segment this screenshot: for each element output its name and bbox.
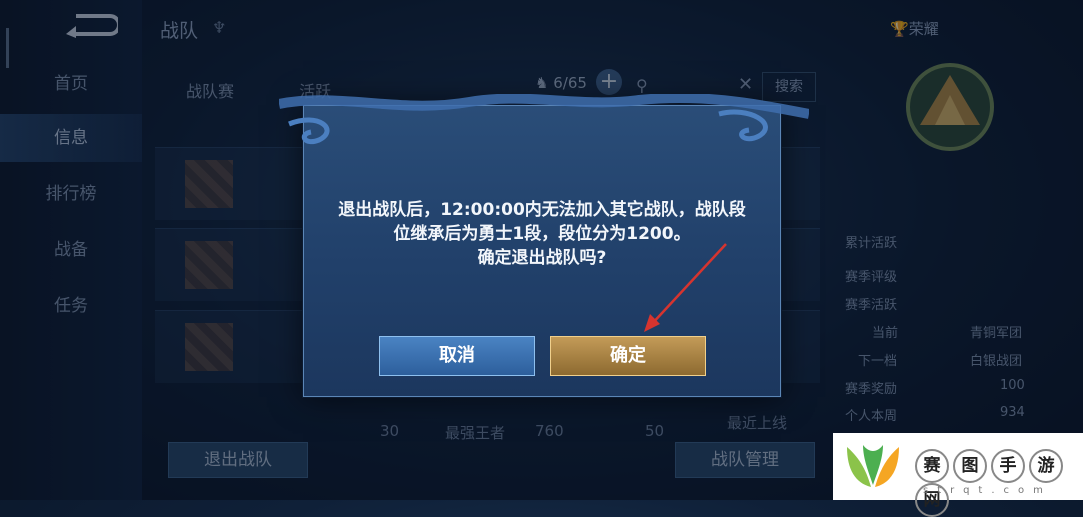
watermark: 赛 图 手 游 网 strqt.com xyxy=(833,433,1083,517)
watermark-url: strqt.com xyxy=(923,485,1052,496)
confirm-button[interactable]: 确定 xyxy=(550,336,706,376)
red-arrow-annotation xyxy=(644,243,727,332)
watermark-char: 图 xyxy=(953,449,987,483)
watermark-logo-icon xyxy=(847,445,899,487)
watermark-char: 手 xyxy=(991,449,1025,483)
dialog-line-1: 退出战队后，12:00:00内无法加入其它战队，战队段 xyxy=(338,200,746,220)
cloud-decoration xyxy=(279,94,809,145)
watermark-char: 游 xyxy=(1029,449,1063,483)
watermark-text: 赛 图 手 游 网 xyxy=(915,449,1083,517)
cancel-button[interactable]: 取消 xyxy=(379,336,535,376)
watermark-char: 赛 xyxy=(915,449,949,483)
